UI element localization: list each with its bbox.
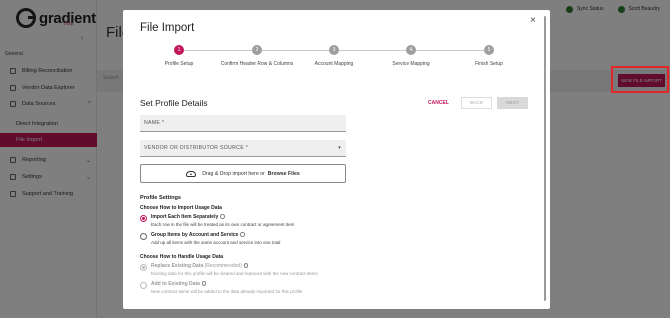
vendor-source-placeholder: VENDOR OR DISTRIBUTOR SOURCE * [144, 145, 249, 151]
file-upload-dropzone[interactable]: Drag & Drop import here or Browse Files [140, 164, 346, 183]
step-connector [184, 49, 253, 51]
name-field[interactable]: NAME * [140, 115, 346, 132]
radio-description: Existing data for this profile will be c… [151, 271, 318, 276]
radio-import-separately[interactable]: Import Each Item Separately Each row in … [140, 214, 294, 227]
cancel-button[interactable]: CANCEL [428, 100, 449, 106]
profile-settings-heading: Profile Settings [140, 195, 182, 201]
section-title: Set Profile Details [140, 98, 208, 108]
highlight-box [611, 66, 669, 93]
step-2-circle: 2 [252, 45, 262, 55]
radio-group-items[interactable]: Group Items by Account and Service Add u… [140, 232, 280, 245]
step-4-label: Service Mapping [392, 61, 430, 67]
radio-label: Replace Existing Data [151, 263, 204, 269]
radio-replace-existing[interactable]: Replace Existing Data (Recommended) Exis… [140, 263, 318, 276]
radio-button[interactable] [140, 215, 147, 222]
step-5-label: Finish Setup [475, 61, 503, 67]
radio-description: Each row in the file will be treated as … [151, 222, 295, 227]
info-icon[interactable] [243, 263, 249, 268]
browse-files-link[interactable]: Browse Files [268, 171, 300, 177]
radio-button[interactable] [140, 264, 147, 271]
radio-label: Add to Existing Data [151, 281, 200, 287]
info-icon[interactable] [220, 214, 225, 219]
name-field-placeholder: NAME * [144, 120, 165, 126]
radio-label: Group Items by Account and Service [151, 232, 239, 238]
radio-label: Import Each Item Separately [151, 214, 219, 220]
stepper: 1 Profile Setup 2 Confirm Header Row & C… [123, 45, 543, 75]
scrollbar[interactable] [544, 16, 546, 301]
radio-add-existing[interactable]: Add to Existing Data New contract items … [140, 281, 302, 294]
back-button[interactable]: BACK [461, 97, 492, 109]
vendor-source-select[interactable]: VENDOR OR DISTRIBUTOR SOURCE * ▾ [140, 140, 346, 157]
radio-label-suffix: (Recommended) [203, 263, 242, 269]
file-import-modal: File Import × 1 Profile Setup 2 Confirm … [123, 10, 550, 309]
step-5-circle: 5 [484, 45, 494, 55]
step-connector [339, 49, 408, 51]
step-connector [416, 49, 485, 51]
dropdown-arrow-icon: ▾ [338, 145, 341, 151]
step-3-circle: 3 [329, 45, 339, 55]
info-icon[interactable] [240, 232, 245, 237]
usage-import-heading: Choose How to Import Usage Data [140, 205, 222, 211]
step-1-label: Profile Setup [164, 61, 194, 67]
step-4-circle: 4 [406, 45, 416, 55]
radio-description: New contract items will be added to the … [151, 289, 303, 294]
upload-text: Drag & Drop import here or [202, 170, 265, 177]
step-1-circle: 1 [174, 45, 184, 55]
cloud-upload-icon [186, 170, 197, 177]
step-connector [261, 49, 330, 51]
modal-title: File Import [140, 22, 195, 34]
radio-description: Add up all items with the same account a… [151, 240, 281, 245]
radio-button[interactable] [140, 233, 147, 240]
close-icon[interactable]: × [530, 15, 536, 26]
handle-usage-heading: Choose How to Handle Usage Data [140, 254, 224, 260]
info-icon[interactable] [201, 281, 207, 286]
radio-button[interactable] [140, 282, 147, 289]
next-button[interactable]: NEXT [497, 97, 528, 109]
